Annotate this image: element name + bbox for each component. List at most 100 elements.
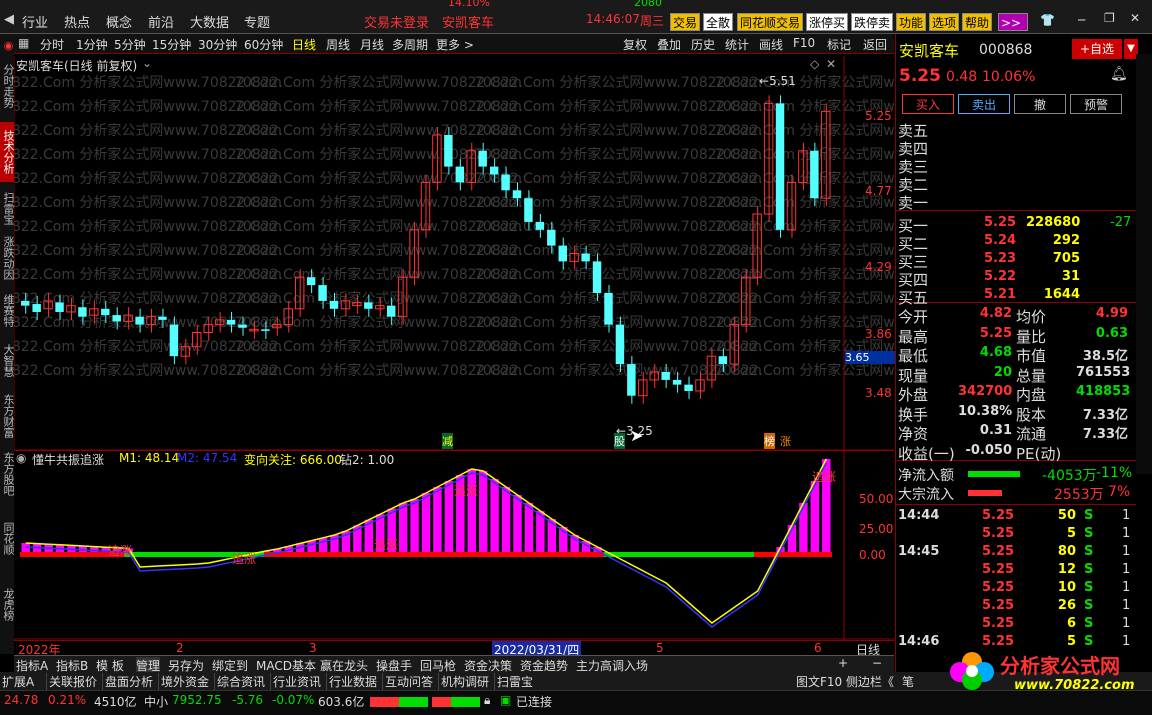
nav-timeshare[interactable]: 分时走势	[0, 56, 15, 116]
tick-side: S	[1084, 526, 1094, 541]
ths-trade-button[interactable]: 同花顺交易	[737, 13, 804, 31]
indicator-chart[interactable]: ◉ 懂牛共振追涨 M1: 48.14 M2: 47.54 变向关注: 666.0…	[14, 451, 894, 640]
nav-lhb[interactable]: 龙虎榜	[0, 574, 15, 634]
menu-special[interactable]: 专题	[244, 12, 270, 31]
collapse-icon[interactable]: ◉	[0, 38, 15, 52]
pen-button[interactable]: 笔	[902, 673, 914, 690]
menu-industry[interactable]: 行业	[22, 12, 48, 31]
menu-concept[interactable]: 概念	[106, 12, 132, 31]
period-1m[interactable]: 1分钟	[76, 36, 108, 53]
close-icon[interactable]: ✕	[1130, 11, 1140, 25]
options-button[interactable]: 选项	[929, 13, 960, 31]
period-30m[interactable]: 30分钟	[198, 36, 237, 53]
limit-up-buy-button[interactable]: 涨停买	[806, 13, 849, 31]
period-60m[interactable]: 60分钟	[244, 36, 283, 53]
tool-overlay[interactable]: 叠加	[657, 36, 681, 53]
maximize-icon[interactable]: ❐	[1104, 11, 1115, 25]
indicator-svg[interactable]	[14, 451, 894, 640]
extension-item[interactable]: 扩展A	[2, 673, 34, 690]
diamond-icon[interactable]: ◇	[810, 57, 819, 71]
stat-value: -0.050	[965, 442, 1012, 458]
alert-button[interactable]: 预警	[1070, 94, 1122, 114]
help-button[interactable]: 帮助	[962, 13, 993, 31]
buy-button[interactable]: 买入	[902, 94, 954, 114]
menu-frontier[interactable]: 前沿	[148, 12, 174, 31]
period-timeshare[interactable]: 分时	[40, 36, 64, 53]
stat-label: 最低	[898, 347, 929, 365]
more-button[interactable]: >>	[998, 13, 1028, 31]
period-15m[interactable]: 15分钟	[152, 36, 191, 53]
candlestick-chart[interactable]: 安凯客车(日线 前复权) ⌄ ◇ ✕ ←5.51 ←3.25 5.25 4.77…	[13, 56, 895, 451]
add-watchlist-button[interactable]: +自选	[1072, 39, 1122, 59]
marker-rise[interactable]: 涨	[780, 433, 791, 449]
stat-label2: 总量	[1016, 366, 1047, 385]
period-week[interactable]: 周线	[326, 36, 350, 53]
candle-body	[684, 384, 693, 391]
stat-label2: 内盘	[1016, 386, 1047, 404]
tool-restore[interactable]: 复权	[623, 36, 647, 53]
grid-icon[interactable]: ▦	[18, 36, 29, 50]
indicator-name[interactable]: 懂牛共振追涨	[32, 451, 104, 468]
tool-f10[interactable]: F10	[793, 36, 815, 50]
tool-mark[interactable]: 标记	[827, 36, 851, 53]
tool-stats[interactable]: 统计	[725, 36, 749, 53]
marker-stock[interactable]: 股	[614, 433, 625, 449]
menu-hot[interactable]: 热点	[64, 12, 90, 31]
shirt-icon[interactable]: 👕	[1040, 13, 1055, 27]
tool-draw[interactable]: 画线	[759, 36, 783, 53]
band-green-2	[604, 552, 754, 557]
bell-icon[interactable]: 🔔︎	[1110, 66, 1128, 82]
period-5m[interactable]: 5分钟	[114, 36, 146, 53]
extension-item[interactable]: 行业资讯	[270, 673, 321, 690]
candlestick-svg[interactable]	[13, 56, 894, 451]
nav-reason[interactable]: 涨跌动因	[0, 234, 15, 282]
limit-down-sell-button[interactable]: 跌停卖	[851, 13, 894, 31]
period-multi[interactable]: 多周期	[392, 36, 428, 53]
extension-item[interactable]: 关联报价	[46, 673, 97, 690]
candle-body	[146, 316, 156, 326]
extension-item[interactable]: 综合资讯	[214, 673, 265, 690]
nav-guba[interactable]: 东方股吧	[0, 446, 15, 502]
back-icon[interactable]: ◀	[4, 12, 14, 27]
nav-scan[interactable]: 扫雷宝	[0, 184, 15, 232]
stock-status: 安凯客车	[442, 16, 495, 31]
extension-item[interactable]: 扫雷宝	[494, 673, 533, 690]
tool-history[interactable]: 历史	[691, 36, 715, 53]
tool-back[interactable]: 返回	[863, 36, 887, 53]
status-bar: 24.78 0.21% 4510亿 中小 7952.75 -5.76 -0.07…	[0, 690, 1152, 715]
nav-tech[interactable]: 技术分析	[0, 122, 15, 182]
nav-wst[interactable]: 维赛特	[0, 286, 15, 334]
stat-label: 外盘	[898, 386, 929, 404]
cancel-button[interactable]: 撤	[1014, 94, 1066, 114]
marker-reduce[interactable]: 减	[442, 433, 453, 449]
minimize-icon[interactable]: ─	[1078, 13, 1085, 27]
trade-button[interactable]: 交易	[670, 13, 701, 31]
plus-icon[interactable]: +	[838, 656, 848, 670]
stat-value2: 418853	[1076, 384, 1131, 399]
indicator-m2: M2: 47.54	[177, 451, 238, 465]
extension-item[interactable]: 行业数据	[326, 673, 377, 690]
f10-link[interactable]: 图文F10	[796, 673, 842, 690]
extension-item[interactable]: 境外资金	[158, 673, 209, 690]
nav-dzh[interactable]: 大智慧	[0, 336, 15, 384]
chart-close-icon[interactable]: ✕	[826, 57, 836, 71]
period-month[interactable]: 月线	[360, 36, 384, 53]
extension-item[interactable]: 盘面分析	[102, 673, 153, 690]
extension-item[interactable]: 互动问答	[382, 673, 433, 690]
title-menu-icon[interactable]: ⌄	[142, 56, 152, 70]
trade-status[interactable]: 交易未登录	[364, 12, 429, 31]
function-button[interactable]: 功能	[896, 13, 927, 31]
sidebar-toggle[interactable]: 侧边栏《	[846, 673, 894, 690]
nav-east[interactable]: 东方财富	[0, 388, 15, 444]
menu-bigdata[interactable]: 大数据	[190, 12, 229, 31]
sell-button[interactable]: 卖出	[958, 94, 1010, 114]
candle-body	[169, 324, 179, 357]
period-day[interactable]: 日线	[292, 36, 316, 53]
period-more[interactable]: 更多 >	[436, 36, 474, 53]
indicator-menu-icon[interactable]: ◉	[16, 451, 26, 465]
marker-list[interactable]: 榜	[764, 433, 775, 449]
nav-ths[interactable]: 同花顺	[0, 508, 15, 568]
full-button[interactable]: 全散	[703, 13, 734, 31]
extension-item[interactable]: 机构调研	[438, 673, 489, 690]
minus-icon[interactable]: −	[872, 656, 882, 670]
